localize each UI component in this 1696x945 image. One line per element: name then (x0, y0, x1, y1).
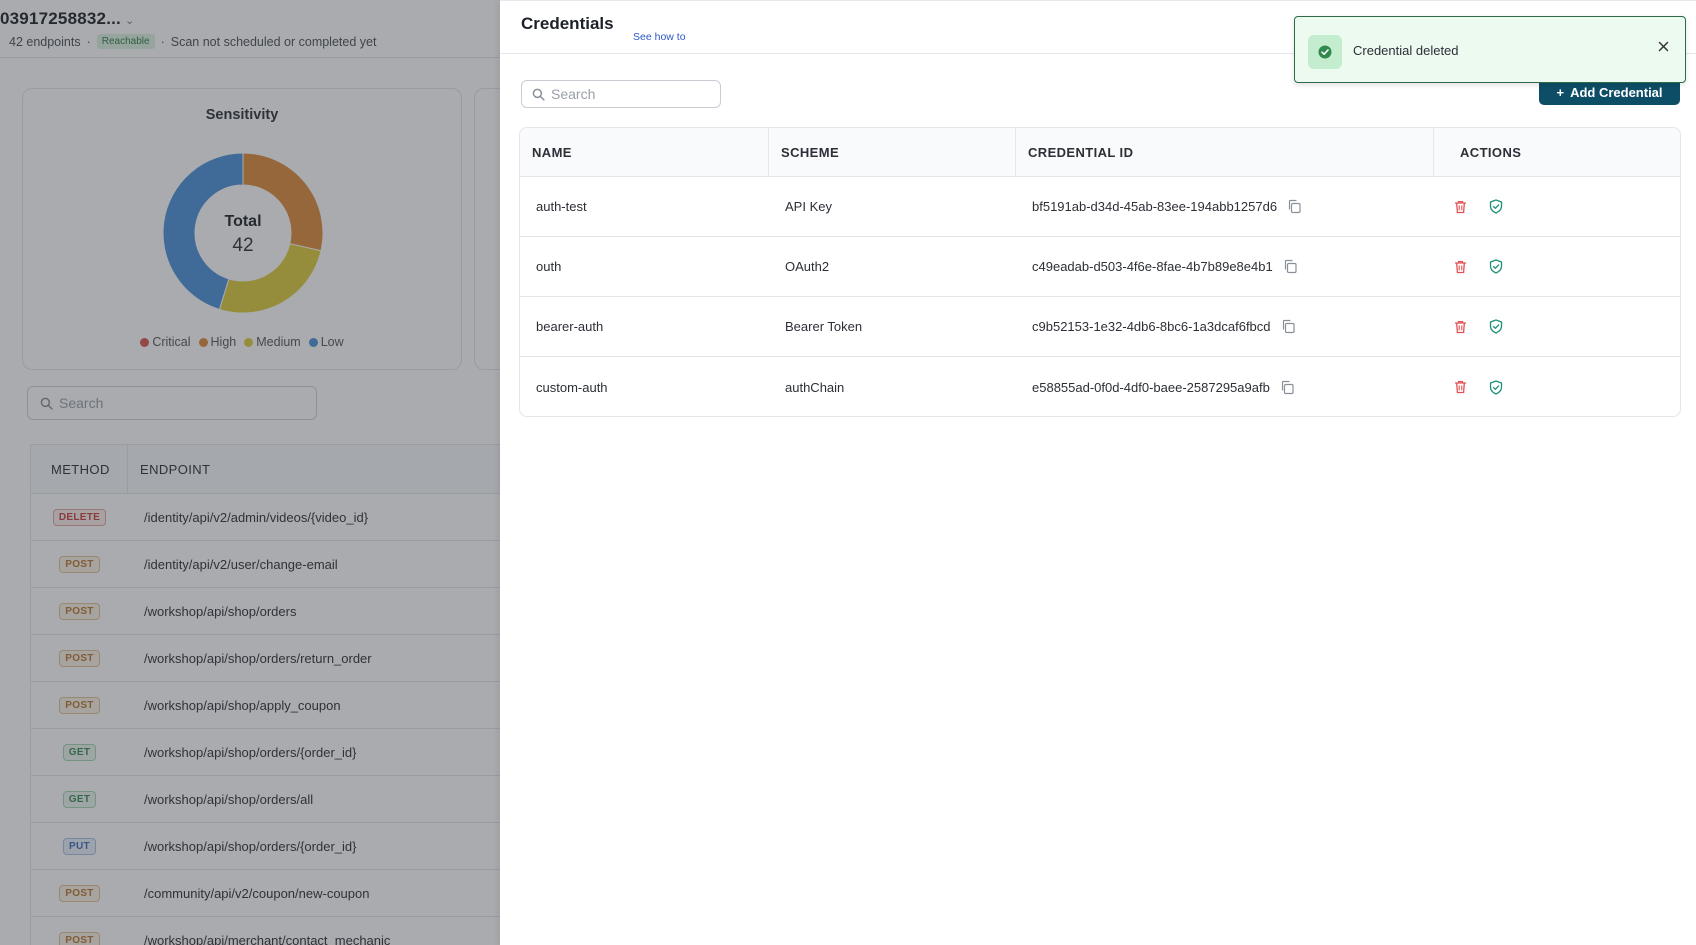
table-row: bearer-auth Bearer Token c9b52153-1e32-4db… (520, 297, 1680, 357)
table-row: outh OAuth2 c49eadab-d503-4f6e-8fae-4b7b89… (520, 237, 1680, 297)
column-header-scheme[interactable]: SCHEME (769, 128, 1016, 176)
credential-scheme: API Key (785, 199, 832, 214)
trash-icon[interactable] (1454, 380, 1467, 394)
add-credential-label: Add Credential (1570, 85, 1663, 100)
plus-icon: + (1556, 85, 1565, 100)
credential-id-cell: bf5191ab-d34d-45ab-83ee-194abb1257d6 (1016, 199, 1434, 214)
toast-message: Credential deleted (1353, 43, 1459, 58)
credentials-table: NAME SCHEME CREDENTIAL ID ACTIONS auth-t… (519, 127, 1681, 417)
shield-check-icon[interactable] (1489, 379, 1503, 395)
column-header-actions: ACTIONS (1460, 144, 1522, 160)
credential-id-cell: c49eadab-d503-4f6e-8fae-4b7b89e8e4b1 (1016, 259, 1434, 274)
modal-backdrop[interactable] (0, 0, 500, 945)
actions-cell (1434, 199, 1680, 214)
credential-id: e58855ad-0f0d-4df0-baee-2587295a9afb (1032, 379, 1270, 395)
shield-check-icon[interactable] (1489, 259, 1503, 274)
credential-id-cell: c9b52153-1e32-4db6-8bc6-1a3dcaf6fbcd (1016, 319, 1434, 334)
shield-check-icon[interactable] (1489, 319, 1503, 334)
table-header: NAME SCHEME CREDENTIAL ID ACTIONS (520, 128, 1680, 177)
table-row: auth-test API Key bf5191ab-d34d-45ab-83ee-… (520, 177, 1680, 237)
actions-cell (1434, 259, 1680, 274)
copy-icon[interactable] (1287, 199, 1302, 214)
shield-check-icon[interactable] (1489, 199, 1503, 214)
success-icon-wrapper (1308, 35, 1342, 69)
copy-icon[interactable] (1280, 380, 1295, 395)
credential-id: c9b52153-1e32-4db6-8bc6-1a3dcaf6fbcd (1032, 319, 1271, 334)
credential-scheme: OAuth2 (785, 259, 830, 274)
search-icon (532, 88, 545, 101)
credential-name: custom-auth (536, 379, 608, 395)
credential-scheme: Bearer Token (785, 319, 863, 334)
credential-id: c49eadab-d503-4f6e-8fae-4b7b89e8e4b1 (1032, 259, 1273, 274)
actions-cell (1434, 319, 1680, 334)
check-circle-icon (1318, 45, 1332, 59)
credential-id-cell: e58855ad-0f0d-4df0-baee-2587295a9afb (1016, 380, 1434, 395)
credential-name: auth-test (536, 199, 587, 214)
search-placeholder: Search (551, 86, 596, 102)
copy-icon[interactable] (1283, 259, 1298, 274)
see-how-link[interactable]: See how to (633, 31, 686, 43)
actions-cell (1434, 379, 1680, 395)
column-header-credential-id[interactable]: CREDENTIAL ID (1016, 128, 1434, 176)
close-icon[interactable] (1651, 34, 1675, 58)
drawer-title: Credentials (521, 14, 614, 33)
credential-id: bf5191ab-d34d-45ab-83ee-194abb1257d6 (1032, 199, 1278, 214)
trash-icon[interactable] (1454, 200, 1467, 214)
table-row: custom-auth authChain e58855ad-0f0d-4df0-b… (520, 357, 1680, 416)
copy-icon[interactable] (1281, 319, 1296, 334)
credential-search-input[interactable]: Search (521, 80, 721, 108)
toast-notification: Credential deleted (1294, 16, 1686, 83)
column-header-name[interactable]: NAME (520, 128, 769, 176)
credential-name: outh (536, 259, 562, 274)
trash-icon[interactable] (1454, 260, 1467, 274)
credential-name: bearer-auth (536, 319, 604, 334)
credential-scheme: authChain (785, 379, 845, 395)
trash-icon[interactable] (1454, 320, 1467, 334)
